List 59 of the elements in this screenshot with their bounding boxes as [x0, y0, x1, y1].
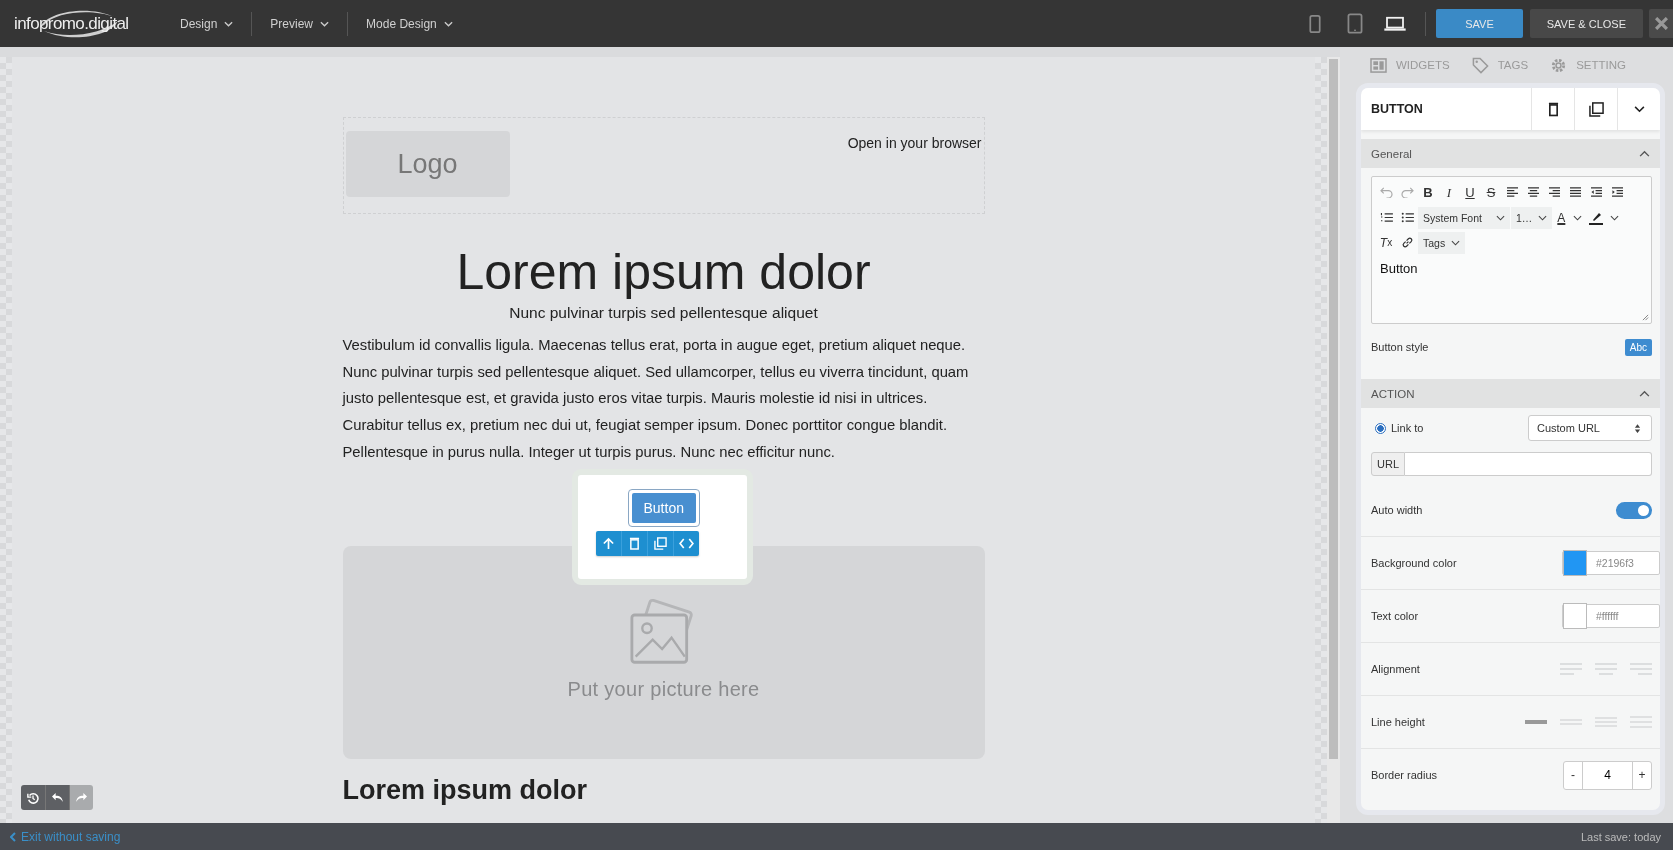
field-label: Line height — [1371, 716, 1425, 728]
tag-icon — [1471, 56, 1489, 74]
grid-icon — [1370, 57, 1387, 73]
editor-text: Button — [1380, 261, 1419, 276]
close-icon — [1654, 17, 1668, 30]
menu-dropdown[interactable]: Design — [162, 16, 252, 31]
font-select[interactable]: System Font — [1418, 206, 1510, 229]
panel-title: BUTTON — [1370, 102, 1424, 116]
format-button[interactable]: S — [1481, 181, 1501, 204]
caret-icon — [1451, 239, 1461, 246]
section-header[interactable]: ACTION — [1361, 379, 1660, 408]
text-color-button[interactable]: A — [1553, 206, 1570, 229]
section-header[interactable]: General — [1361, 139, 1660, 168]
sort-arrows-icon — [1634, 422, 1641, 434]
field-label: Auto width — [1371, 504, 1423, 516]
tags-select[interactable]: Tags — [1418, 231, 1466, 254]
color-field[interactable]: #ffffff — [1562, 604, 1660, 628]
caret-icon — [1496, 214, 1505, 221]
section-heading: Lorem ipsum dolor — [342, 774, 589, 806]
number-stepper[interactable]: - 4 + — [1563, 760, 1652, 790]
caret-icon — [1610, 214, 1620, 221]
last-save-text: Last save: today — [1580, 830, 1661, 843]
url-field[interactable] — [1405, 452, 1652, 476]
button-style-preview[interactable]: Abc — [1624, 338, 1652, 356]
menu-dropdown[interactable]: Mode Design — [348, 16, 471, 31]
history-icon[interactable] — [21, 785, 45, 810]
menu-dropdown[interactable]: Preview — [252, 16, 348, 31]
field-label: Alignment — [1371, 663, 1420, 675]
radio-label: Link to — [1391, 422, 1424, 434]
link-type-select[interactable]: Custom URL — [1528, 415, 1652, 441]
format-button[interactable]: I — [1439, 181, 1459, 204]
settings-icon — [1550, 56, 1568, 74]
body-paragraph: Vestibulum id convallis ligula. Maecenas tellus erat, porta in augue eget, pretium aliquet neque. Nunc pulvinar turpis sed pellentesque aliquet. Sed ullamcorper, tellus eu viverra tincidunt, quam justo pellentesque est, et gravida justo eros vitae turpis. Mauris molestie id nisi in ultrices. Curabitur tellus ex, pretium nec dui ut, feugiat semper ipsum. Donec porttitor congue blandit. Pellentesque in purus nulla. Integer ut turpis purus. Nunc nec efficitur nunc. — [342, 336, 970, 462]
field-label: Border radius — [1371, 769, 1438, 781]
caret-icon — [1573, 214, 1583, 221]
caret-icon — [1538, 214, 1548, 221]
field-label: Button style — [1371, 341, 1429, 353]
input-addon: URL — [1371, 452, 1405, 476]
undo-icon[interactable] — [45, 785, 69, 810]
size-select[interactable]: 1… — [1511, 206, 1553, 229]
scrollbar[interactable] — [1327, 57, 1340, 823]
email-subtitle: Nunc pulvinar turpis sed pellentesque aliquet — [508, 304, 819, 322]
placeholder-text: Put your picture here — [567, 677, 760, 701]
resize-grip-icon[interactable] — [1642, 314, 1649, 321]
color-field[interactable]: #2196f3 — [1562, 551, 1660, 575]
browser-link[interactable]: Open in your browser — [847, 135, 982, 151]
close-button[interactable] — [1649, 9, 1673, 38]
format-button[interactable]: B — [1418, 181, 1438, 204]
caret-icon — [224, 20, 234, 27]
caret-icon — [320, 20, 330, 27]
radio-button[interactable] — [1375, 422, 1386, 434]
format-button[interactable]: U — [1460, 181, 1480, 204]
field-label: Background color — [1371, 557, 1457, 569]
email-title: Lorem ipsum dolor — [455, 243, 872, 302]
toggle-switch[interactable] — [1616, 501, 1652, 519]
chevron-left-icon — [10, 831, 16, 842]
field-label: Text color — [1371, 610, 1419, 622]
save-close-button[interactable]: SAVE & CLOSE — [1529, 9, 1643, 38]
caret-icon — [443, 20, 453, 27]
